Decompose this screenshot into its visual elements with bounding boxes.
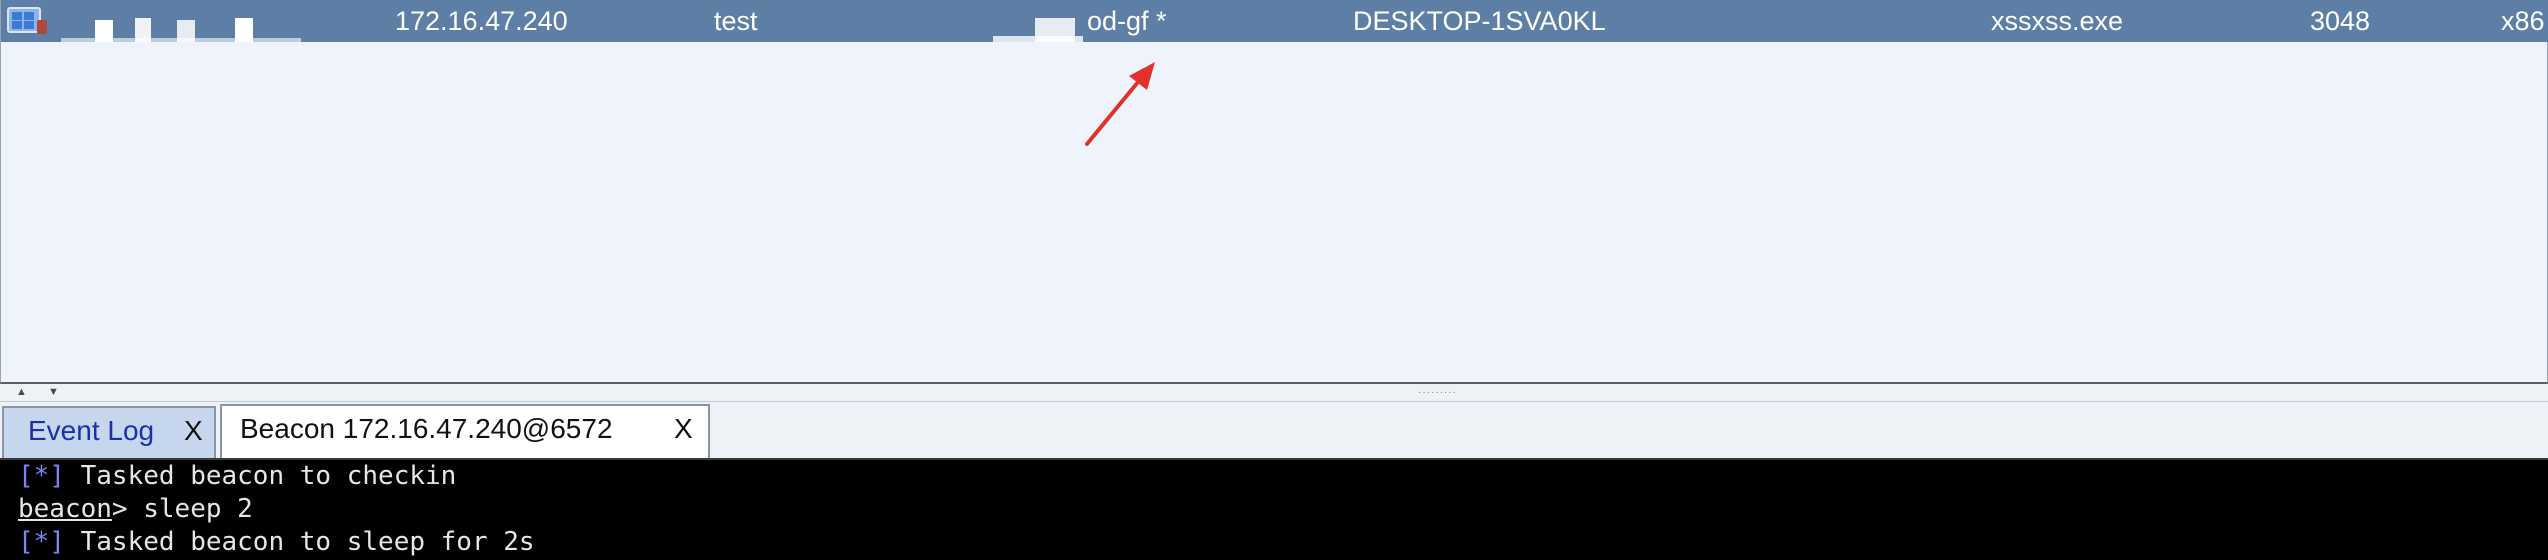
table-row[interactable]: 172.16.47.240 test od-gf * DESKTOP-1SVA0… bbox=[1, 0, 2548, 42]
console-line: [*] Tasked beacon to checkin bbox=[18, 460, 2548, 493]
process-name: xssxss.exe bbox=[1991, 6, 2124, 36]
drag-grip-icon[interactable]: ········· bbox=[1418, 388, 1457, 398]
console-line: beacon> sleep 2 bbox=[18, 493, 2548, 526]
tab-bar: Event Log X Beacon 172.16.47.240@6572 X bbox=[0, 402, 2548, 458]
tab-beacon[interactable]: Beacon 172.16.47.240@6572 X bbox=[220, 404, 710, 458]
redacted-block bbox=[993, 36, 1083, 42]
console-command: > sleep 2 bbox=[111, 494, 253, 524]
status-marker: [*] bbox=[18, 461, 65, 491]
session-table: 172.16.47.240 test od-gf * DESKTOP-1SVA0… bbox=[0, 0, 2548, 384]
process-id: 3048 bbox=[2310, 6, 2371, 36]
computer-name-partial: od-gf * bbox=[1087, 6, 1167, 36]
tab-label: Event Log bbox=[28, 415, 155, 446]
tab-close-button[interactable]: X bbox=[184, 408, 203, 454]
computer-name: DESKTOP-1SVA0KL bbox=[1353, 6, 1606, 36]
collapse-down-icon[interactable]: ▼ bbox=[48, 386, 59, 398]
console-line: [*] Tasked beacon to sleep for 2s bbox=[18, 526, 2548, 559]
redacted-block bbox=[61, 38, 301, 42]
tab-event-log[interactable]: Event Log X bbox=[2, 406, 216, 458]
tab-label: Beacon 172.16.47.240@6572 bbox=[240, 413, 613, 444]
architecture: x86 bbox=[2501, 6, 2545, 36]
console-text: Tasked beacon to sleep for 2s bbox=[64, 527, 535, 557]
tab-close-button[interactable]: X bbox=[674, 406, 693, 452]
beacon-console[interactable]: [*] Tasked beacon to checkin beacon> sle… bbox=[0, 458, 2548, 560]
status-marker: [*] bbox=[18, 527, 65, 557]
internal-ip: 172.16.47.240 bbox=[395, 6, 568, 36]
user-name: test bbox=[714, 6, 758, 36]
collapse-up-icon[interactable]: ▲ bbox=[16, 386, 27, 398]
split-pane-divider[interactable]: ▲ ▼ ········· bbox=[0, 384, 2548, 402]
red-arrow-icon bbox=[1085, 62, 1155, 146]
console-prompt: beacon bbox=[18, 494, 112, 524]
console-text: Tasked beacon to checkin bbox=[64, 461, 457, 491]
windows-icon bbox=[7, 7, 47, 34]
